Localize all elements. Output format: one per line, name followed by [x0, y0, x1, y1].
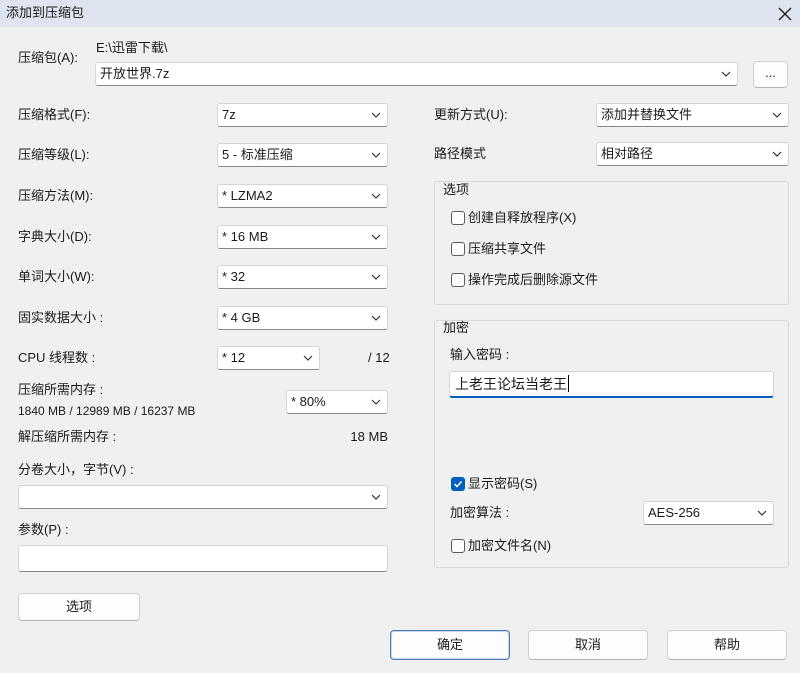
dictionary-label: 字典大小(D): [18, 229, 92, 244]
threads-combo[interactable]: * 12 [217, 346, 320, 370]
checkmark-icon [453, 480, 463, 488]
format-label: 压缩格式(F): [18, 107, 91, 122]
solid-block-value: * 4 GB [222, 310, 261, 325]
delete-source-checkbox[interactable] [451, 273, 465, 287]
sfx-checkbox[interactable] [451, 211, 465, 225]
shared-files-checkbox[interactable] [451, 242, 465, 256]
text-caret [568, 375, 569, 392]
word-size-label: 单词大小(W): [18, 269, 95, 284]
word-size-value: * 32 [222, 269, 246, 284]
help-button[interactable]: 帮助 [667, 630, 787, 660]
options-group-title: 选项 [443, 182, 470, 197]
update-mode-label: 更新方式(U): [434, 107, 508, 122]
parameters-input[interactable] [18, 545, 388, 572]
format-value: 7z [222, 107, 236, 122]
path-mode-value: 相对路径 [601, 146, 654, 161]
word-size-combo[interactable]: * 32 [217, 265, 388, 289]
dictionary-value: * 16 MB [222, 229, 269, 244]
path-mode-label: 路径模式 [434, 146, 487, 161]
chevron-down-icon [772, 151, 782, 157]
archive-name-combo[interactable]: 开放世界.7z [95, 62, 738, 86]
encrypt-names-checkbox[interactable] [451, 539, 465, 553]
delete-source-label[interactable]: 操作完成后删除源文件 [468, 272, 598, 288]
password-value: 上老王论坛当老王 [455, 376, 567, 392]
ok-button[interactable]: 确定 [390, 630, 510, 660]
password-label: 输入密码 : [450, 347, 510, 362]
encryption-group-title: 加密 [443, 320, 470, 335]
split-combo[interactable] [18, 485, 388, 509]
solid-block-combo[interactable]: * 4 GB [217, 306, 388, 330]
password-input[interactable]: 上老王论坛当老王 [449, 371, 774, 398]
split-label: 分卷大小，字节(V) : [18, 462, 134, 477]
chevron-down-icon [371, 494, 381, 500]
chevron-down-icon [371, 274, 381, 280]
level-label: 压缩等级(L): [18, 147, 90, 162]
encrypt-names-label[interactable]: 加密文件名(N) [468, 538, 551, 554]
close-button[interactable] [774, 3, 796, 25]
chevron-down-icon [371, 193, 381, 199]
encryption-method-label: 加密算法 : [450, 505, 510, 520]
memory-decompress-label: 解压缩所需内存 : [18, 429, 117, 444]
threads-max: / 12 [368, 350, 390, 365]
threads-label: CPU 线程数 : [18, 350, 96, 365]
shared-files-label[interactable]: 压缩共享文件 [468, 241, 546, 257]
archive-label: 压缩包(A): [18, 50, 78, 65]
chevron-down-icon [371, 234, 381, 240]
memory-usage-value: * 80% [291, 394, 326, 409]
method-value: * LZMA2 [222, 188, 273, 203]
title-bar[interactable]: 添加到压缩包 [0, 0, 800, 27]
show-password-label[interactable]: 显示密码(S) [468, 476, 537, 492]
chevron-down-icon [772, 112, 782, 118]
show-password-checkbox[interactable] [451, 477, 465, 491]
close-icon [778, 7, 792, 21]
threads-value: * 12 [222, 350, 246, 365]
format-combo[interactable]: 7z [217, 103, 388, 127]
path-mode-combo[interactable]: 相对路径 [596, 142, 789, 166]
dictionary-combo[interactable]: * 16 MB [217, 225, 388, 249]
memory-usage-combo[interactable]: * 80% [286, 390, 388, 414]
memory-compress-label: 压缩所需内存 : [18, 382, 104, 397]
encryption-method-value: AES-256 [648, 505, 701, 520]
chevron-down-icon [721, 71, 731, 77]
chevron-down-icon [303, 355, 313, 361]
solid-block-label: 固实数据大小 : [18, 310, 104, 325]
cancel-button[interactable]: 取消 [528, 630, 648, 660]
method-combo[interactable]: * LZMA2 [217, 184, 388, 208]
chevron-down-icon [371, 152, 381, 158]
chevron-down-icon [371, 112, 381, 118]
memory-compress-detail: 1840 MB / 12989 MB / 16237 MB [18, 404, 196, 418]
browse-button[interactable]: ... [753, 61, 788, 88]
chevron-down-icon [757, 510, 767, 516]
level-combo[interactable]: 5 - 标准压缩 [217, 143, 388, 167]
chevron-down-icon [371, 399, 381, 405]
parameters-label: 参数(P) : [18, 522, 69, 537]
archive-folder: E:\迅雷下载\ [96, 40, 168, 55]
update-mode-value: 添加并替换文件 [601, 107, 693, 122]
update-mode-combo[interactable]: 添加并替换文件 [596, 103, 789, 127]
window-title: 添加到压缩包 [6, 5, 85, 20]
memory-decompress-value: 18 MB [350, 429, 388, 444]
method-label: 压缩方法(M): [18, 188, 94, 203]
options-button[interactable]: 选项 [18, 593, 140, 621]
chevron-down-icon [371, 315, 381, 321]
archive-name-value: 开放世界.7z [100, 66, 170, 81]
sfx-label[interactable]: 创建自释放程序(X) [468, 210, 576, 226]
level-value: 5 - 标准压缩 [222, 147, 293, 162]
encryption-method-combo[interactable]: AES-256 [643, 501, 774, 525]
